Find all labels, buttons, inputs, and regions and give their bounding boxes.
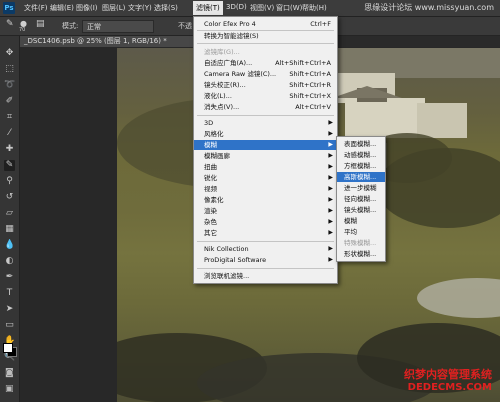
move-tool-icon[interactable]: ✥ (4, 48, 15, 59)
clone-stamp-icon[interactable]: ⚲ (4, 176, 15, 187)
menu-window[interactable]: 窗口(W) (276, 3, 302, 13)
submenu-arrow-icon: ▶ (328, 185, 333, 192)
menu-divider (197, 241, 334, 242)
menu-item-render[interactable]: 渲染 ▶ (194, 206, 337, 216)
menu-item-distort[interactable]: 扭曲 ▶ (194, 162, 337, 172)
quick-mask-icon[interactable]: ◙ (5, 368, 14, 378)
menu-layer[interactable]: 图层(L) (102, 3, 125, 13)
blur-tool-icon[interactable]: 💧 (4, 240, 15, 251)
menu-item-blur[interactable]: 模糊 ▶ (194, 140, 337, 150)
menu-file[interactable]: 文件(F) (24, 3, 48, 13)
menu-item-video[interactable]: 视频 ▶ (194, 184, 337, 194)
screen-mode-icon[interactable]: ▣ (5, 384, 14, 394)
submenu-item-blur[interactable]: 模糊 (337, 216, 385, 226)
brush-tool-icon-active[interactable]: ✎ (4, 160, 15, 171)
menu-bar: Ps 文件(F) 编辑(E) 图像(I) 图层(L) 文字(Y) 选择(S) 滤… (0, 0, 500, 17)
menu-item-other[interactable]: 其它 ▶ (194, 228, 337, 238)
menu-item-3d[interactable]: 3D ▶ (194, 118, 337, 128)
submenu-arrow-icon: ▶ (328, 229, 333, 236)
menu-item-browse-online-filters[interactable]: 浏览联机滤镜... (194, 271, 337, 281)
menu-edit[interactable]: 编辑(E) (50, 3, 74, 13)
document-tab[interactable]: _DSC1406.psb @ 25% (图层 1, RGB/16) * (20, 36, 204, 47)
submenu-item-surface-blur[interactable]: 表面模糊... (337, 139, 385, 149)
submenu-item-lens-blur[interactable]: 镜头模糊... (337, 205, 385, 215)
filter-menu: Color Efex Pro 4 Ctrl+F 转换为智能滤镜(S) 滤镜库(G… (193, 16, 338, 284)
menu-item-nik-collection[interactable]: Nik Collection ▶ (194, 244, 337, 254)
lasso-tool-icon[interactable]: ➰ (4, 80, 15, 91)
menu-item-liquify[interactable]: 液化(L)... Shift+Ctrl+X (194, 91, 337, 101)
submenu-arrow-icon: ▶ (328, 174, 333, 181)
submenu-arrow-icon: ▶ (328, 130, 333, 137)
eyedropper-tool-icon[interactable]: ⁄ (4, 128, 15, 139)
mode-select[interactable]: 正常 (82, 20, 154, 33)
submenu-item-average[interactable]: 平均 (337, 227, 385, 237)
menu-item-stylize[interactable]: 风格化 ▶ (194, 129, 337, 139)
menu-item-vanishing-point[interactable]: 消失点(V)... Alt+Ctrl+V (194, 102, 337, 112)
submenu-arrow-icon: ▶ (328, 196, 333, 203)
photoshop-logo: Ps (3, 2, 15, 14)
menu-item-sharpen[interactable]: 锐化 ▶ (194, 173, 337, 183)
menu-item-adaptive-wide-angle[interactable]: 自适应广角(A)... Alt+Shift+Ctrl+A (194, 58, 337, 68)
watermark-domain: DEDECMS.COM (407, 382, 492, 393)
pen-tool-icon[interactable]: ✒ (4, 272, 15, 283)
mode-value: 正常 (87, 23, 101, 31)
submenu-arrow-icon: ▶ (328, 256, 333, 263)
menu-select[interactable]: 选择(S) (154, 3, 178, 13)
blur-submenu: 表面模糊... 动感模糊... 方框模糊... 高斯模糊... 进一步模糊 径向… (336, 136, 386, 262)
menu-image[interactable]: 图像(I) (76, 3, 98, 13)
eraser-tool-icon[interactable]: ▱ (4, 208, 15, 219)
menu-divider (197, 115, 334, 116)
submenu-arrow-icon: ▶ (328, 152, 333, 159)
submenu-item-motion-blur[interactable]: 动感模糊... (337, 150, 385, 160)
menu-divider (197, 268, 334, 269)
menu-item-camera-raw[interactable]: Camera Raw 滤镜(C)... Shift+Ctrl+A (194, 69, 337, 79)
gradient-tool-icon[interactable]: ▦ (4, 224, 15, 235)
dodge-tool-icon[interactable]: ◐ (4, 256, 15, 267)
submenu-item-blur-more[interactable]: 进一步模糊 (337, 183, 385, 193)
submenu-arrow-icon: ▶ (328, 245, 333, 252)
submenu-arrow-icon: ▶ (328, 119, 333, 126)
menu-item-color-efex[interactable]: Color Efex Pro 4 Ctrl+F (194, 19, 337, 29)
submenu-arrow-icon: ▶ (328, 141, 333, 148)
foreground-color-swatch[interactable] (3, 343, 13, 353)
site-watermark: 思缘设计论坛 www.missyuan.com (364, 3, 494, 12)
menu-divider (197, 43, 334, 44)
menu-help[interactable]: 帮助(H) (302, 3, 327, 13)
healing-brush-icon[interactable]: ✚ (4, 144, 15, 155)
menu-item-lens-correction[interactable]: 镜头校正(R)... Shift+Ctrl+R (194, 80, 337, 90)
quick-select-tool-icon[interactable]: ✐ (4, 96, 15, 107)
menu-item-noise[interactable]: 杂色 ▶ (194, 217, 337, 227)
brush-size-value: 70 (19, 27, 26, 33)
watermark-text: 织梦内容管理系统 (404, 368, 492, 381)
menu-view[interactable]: 视图(V) (250, 3, 274, 13)
submenu-item-box-blur[interactable]: 方框模糊... (337, 161, 385, 171)
mode-label: 模式: (62, 22, 79, 30)
submenu-item-shape-blur[interactable]: 形状模糊... (337, 249, 385, 259)
path-select-icon[interactable]: ➤ (4, 304, 15, 315)
shape-tool-icon[interactable]: ▭ (4, 320, 15, 331)
menu-item-prodigital[interactable]: ProDigital Software ▶ (194, 255, 337, 265)
submenu-item-gaussian-blur[interactable]: 高斯模糊... (337, 172, 385, 182)
crop-tool-icon[interactable]: ⌗ (4, 112, 15, 123)
menu-3d[interactable]: 3D(D) (226, 3, 247, 11)
submenu-arrow-icon: ▶ (328, 163, 333, 170)
menu-item-filter-gallery: 滤镜库(G)... (204, 48, 240, 56)
menu-item-convert-smart-filter[interactable]: 转换为智能滤镜(S) (194, 31, 337, 41)
opacity-label: 不透 (178, 22, 192, 30)
marquee-tool-icon[interactable]: ⬚ (4, 64, 15, 75)
submenu-arrow-icon: ▶ (328, 207, 333, 214)
submenu-item-smart-blur: 特殊模糊... (344, 239, 377, 247)
brush-panel-icon[interactable]: ▤ (36, 19, 45, 29)
document-title: _DSC1406.psb @ 25% (图层 1, RGB/16) * (24, 37, 167, 45)
brush-tool-icon[interactable]: ✎ (6, 19, 14, 29)
submenu-item-radial-blur[interactable]: 径向模糊... (337, 194, 385, 204)
type-tool-icon[interactable]: T (4, 288, 15, 299)
menu-item-blur-gallery[interactable]: 模糊画廊 ▶ (194, 151, 337, 161)
submenu-arrow-icon: ▶ (328, 218, 333, 225)
menu-item-pixelate[interactable]: 像素化 ▶ (194, 195, 337, 205)
history-brush-icon[interactable]: ↺ (4, 192, 15, 203)
menu-type[interactable]: 文字(Y) (128, 3, 152, 13)
menu-filter[interactable]: 滤镜(T) (193, 1, 223, 15)
